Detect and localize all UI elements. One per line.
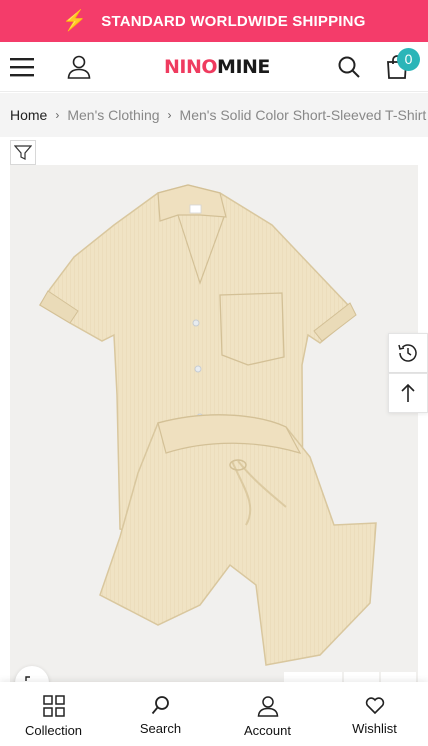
breadcrumb: Home › Men's Clothing › Men's Solid Colo… — [0, 93, 428, 137]
nav-collection[interactable]: Collection — [0, 682, 107, 746]
lightning-icon: ⚡ — [62, 10, 88, 32]
nav-search[interactable]: Search — [107, 682, 214, 746]
bottom-nav: Collection Search Account Wishlist — [0, 682, 428, 746]
nav-wishlist[interactable]: Wishlist — [321, 682, 428, 746]
nav-label: Search — [139, 721, 182, 736]
site-logo[interactable]: NINOMINE — [164, 55, 270, 79]
filter-icon — [14, 144, 32, 160]
announcement-bar: ⚡ STANDARD WORLDWIDE SHIPPING — [0, 0, 428, 42]
nav-label: Account — [244, 723, 291, 738]
search-icon — [151, 696, 169, 715]
back-to-top-icon — [401, 383, 415, 402]
nav-label: Wishlist — [352, 721, 397, 736]
product-photo — [38, 184, 377, 666]
breadcrumb-current: Men's Solid Color Short-Sleeved T-Shirt … — [179, 107, 428, 123]
chevron-right-icon: › — [55, 108, 60, 122]
recently-viewed-button[interactable] — [388, 333, 428, 373]
back-to-top-button[interactable] — [388, 373, 428, 413]
grid-icon — [42, 695, 65, 717]
account-icon — [257, 696, 278, 717]
chevron-right-icon: › — [167, 108, 172, 122]
filter-button[interactable] — [10, 140, 36, 165]
breadcrumb-home[interactable]: Home — [10, 107, 47, 123]
nav-account[interactable]: Account — [214, 682, 321, 746]
menu-icon[interactable] — [10, 57, 34, 82]
product-image[interactable] — [10, 165, 418, 695]
breadcrumb-category[interactable]: Men's Clothing — [67, 107, 159, 123]
site-header: NINOMINE 0 — [0, 42, 428, 92]
heart-icon — [365, 697, 384, 715]
account-icon[interactable] — [67, 55, 91, 84]
recently-viewed-icon — [398, 344, 417, 362]
cart-count-badge: 0 — [397, 48, 420, 71]
search-icon[interactable] — [338, 56, 360, 83]
nav-label: Collection — [24, 723, 83, 738]
side-tools — [388, 333, 428, 413]
announcement-text: STANDARD WORLDWIDE SHIPPING — [101, 12, 366, 30]
